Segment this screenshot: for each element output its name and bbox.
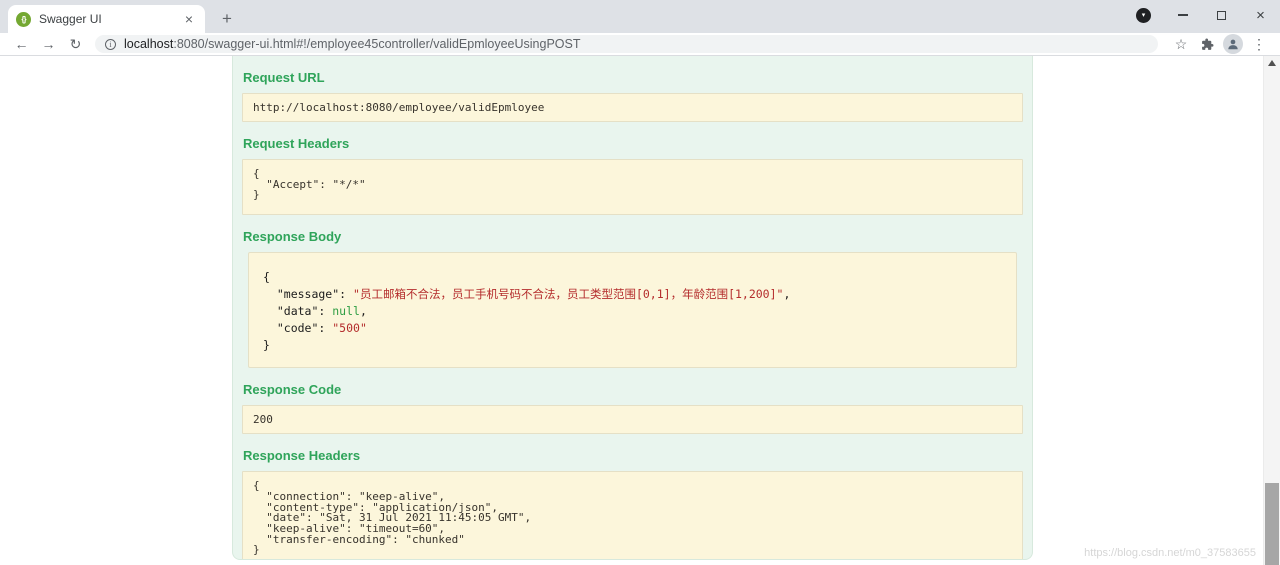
minimize-icon	[1178, 14, 1188, 16]
json-key-data: "data"	[263, 304, 318, 318]
extensions-icon[interactable]	[1194, 34, 1220, 54]
request-url-heading: Request URL	[243, 70, 1022, 85]
json-value-code: "500"	[332, 321, 367, 335]
browser-menu-icon[interactable]: ⋮	[1246, 34, 1272, 54]
page-content: Request URL http://localhost:8080/employ…	[0, 56, 1280, 565]
response-code-value: 200	[242, 405, 1023, 434]
media-control-button[interactable]: ▾	[1124, 0, 1163, 30]
profile-avatar[interactable]	[1220, 34, 1246, 54]
bookmark-star-icon[interactable]: ☆	[1168, 34, 1194, 54]
response-body-value: { "message": "员工邮箱不合法，员工手机号码不合法，员工类型范围[0…	[248, 252, 1017, 368]
tab-close-icon[interactable]: ×	[181, 12, 197, 26]
avatar-icon	[1223, 34, 1243, 54]
response-code-heading: Response Code	[243, 382, 1022, 397]
tab-title: Swagger UI	[39, 12, 181, 26]
url-path: :8080/swagger-ui.html#!/employee45contro…	[173, 37, 580, 51]
url-bar[interactable]: i localhost:8080/swagger-ui.html#!/emplo…	[95, 35, 1158, 53]
request-headers-heading: Request Headers	[243, 136, 1022, 151]
request-headers-value: { "Accept": "*/*" }	[242, 159, 1023, 215]
window-close-button[interactable]: ×	[1241, 0, 1280, 30]
response-headers-value: { "connection": "keep-alive", "content-t…	[242, 471, 1023, 560]
json-key-code: "code"	[263, 321, 318, 335]
json-brace-close: }	[263, 338, 270, 352]
window-controls: ▾ ×	[1124, 0, 1280, 30]
browser-tab-swagger-ui[interactable]: {} Swagger UI ×	[8, 5, 205, 33]
back-icon[interactable]: ←	[8, 34, 35, 54]
swagger-favicon-icon: {}	[16, 12, 31, 27]
maximize-icon	[1217, 11, 1226, 20]
tab-strip: {} Swagger UI × + ▾ ×	[0, 0, 1280, 33]
maximize-button[interactable]	[1202, 0, 1241, 30]
json-brace-open: {	[263, 270, 270, 284]
new-tab-button[interactable]: +	[214, 7, 240, 31]
response-headers-heading: Response Headers	[243, 448, 1022, 463]
media-circle-icon: ▾	[1136, 8, 1151, 23]
forward-icon[interactable]: →	[35, 34, 62, 54]
response-body-heading: Response Body	[243, 229, 1022, 244]
csdn-watermark: https://blog.csdn.net/m0_37583655	[1084, 547, 1256, 559]
puzzle-icon	[1201, 38, 1214, 51]
reload-icon[interactable]: ↻	[62, 34, 89, 54]
request-url-value: http://localhost:8080/employee/validEpml…	[242, 93, 1023, 122]
json-key-message: "message"	[263, 287, 339, 301]
scrollbar-thumb[interactable]	[1265, 483, 1279, 565]
scrollbar-up-icon[interactable]	[1268, 60, 1276, 66]
page-scrollbar[interactable]	[1263, 56, 1280, 565]
url-host: localhost	[124, 37, 173, 51]
page-info-icon[interactable]: i	[105, 39, 116, 50]
json-value-data: null	[332, 304, 360, 318]
url-text: localhost:8080/swagger-ui.html#!/employe…	[124, 37, 581, 51]
browser-toolbar: ← → ↻ i localhost:8080/swagger-ui.html#!…	[0, 33, 1280, 56]
swagger-operation-panel: Request URL http://localhost:8080/employ…	[232, 56, 1033, 560]
minimize-button[interactable]	[1163, 0, 1202, 30]
json-value-message: "员工邮箱不合法，员工手机号码不合法，员工类型范围[0,1]，年龄范围[1,20…	[353, 287, 783, 301]
